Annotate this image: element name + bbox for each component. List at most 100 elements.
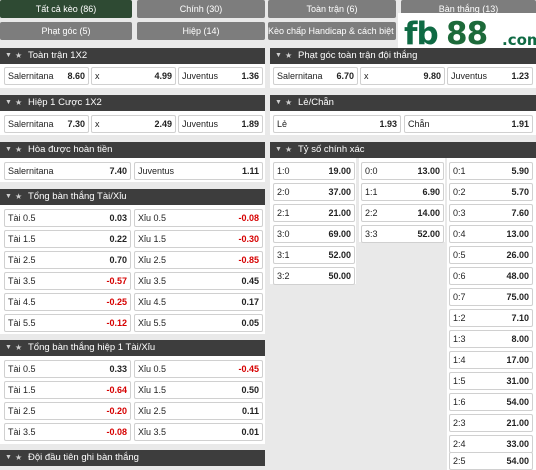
star-icon[interactable]: ★ <box>285 48 292 64</box>
chevron-down-icon[interactable]: ▼ <box>5 450 12 466</box>
score-draw[interactable]: 0:0 13.00 <box>361 162 444 180</box>
tab-all[interactable]: Tất cả kèo (86) <box>0 0 132 18</box>
score-away-win[interactable]: 2:3 21.00 <box>449 414 533 432</box>
odds-home[interactable]: Salernitana 6.70 <box>273 67 358 85</box>
score-away-win[interactable]: 0:2 5.70 <box>449 183 533 201</box>
odds-home[interactable]: Salernitana 8.60 <box>4 67 89 85</box>
star-icon[interactable]: ★ <box>15 189 22 205</box>
odds-value: 0.45 <box>241 276 259 286</box>
score-away-win[interactable]: 1:5 31.00 <box>449 372 533 390</box>
odds-value: 21.00 <box>506 418 529 428</box>
odds-away[interactable]: Juventus 1.36 <box>178 67 263 85</box>
odds-over[interactable]: Tài 2.5 0.70 <box>4 251 131 269</box>
tab-main[interactable]: Chính (30) <box>137 0 265 18</box>
odds-draw[interactable]: x 9.80 <box>360 67 445 85</box>
score-home-win[interactable]: 1:0 19.00 <box>273 162 355 180</box>
section-header-half1-total[interactable]: ▼ ★ Tổng bàn thắng hiệp 1 Tài/Xỉu <box>0 340 265 356</box>
odds-under[interactable]: Xỉu 2.5 0.11 <box>134 402 263 420</box>
line-label: Tài 3.5 <box>8 427 36 437</box>
odds-over[interactable]: Tài 3.5 -0.57 <box>4 272 131 290</box>
score-away-win[interactable]: 1:4 17.00 <box>449 351 533 369</box>
section-header-correct-score[interactable]: ▼ ★ Tỷ số chính xác <box>270 142 536 158</box>
odds-over[interactable]: Tài 4.5 -0.25 <box>4 293 131 311</box>
star-icon[interactable]: ★ <box>285 142 292 158</box>
odds-over[interactable]: Tài 1.5 -0.64 <box>4 381 131 399</box>
odds-under[interactable]: Xỉu 5.5 0.05 <box>134 314 263 332</box>
chevron-down-icon[interactable]: ▼ <box>5 189 12 205</box>
score-draw[interactable]: 2:2 14.00 <box>361 204 444 222</box>
odds-under[interactable]: Xỉu 1.5 -0.30 <box>134 230 263 248</box>
odds-odd[interactable]: Lẻ 1.93 <box>273 115 401 133</box>
odds-even[interactable]: Chẵn 1.91 <box>404 115 533 133</box>
odds-away[interactable]: Juventus 1.23 <box>447 67 533 85</box>
odds-draw[interactable]: x 4.99 <box>91 67 176 85</box>
score-away-win[interactable]: 0:1 5.90 <box>449 162 533 180</box>
score-away-win[interactable]: 0:4 13.00 <box>449 225 533 243</box>
score-away-win[interactable]: 0:3 7.60 <box>449 204 533 222</box>
odds-over[interactable]: Tài 0.5 0.03 <box>4 209 131 227</box>
score-away-win[interactable]: 1:2 7.10 <box>449 309 533 327</box>
odds-home[interactable]: Salernitana 7.30 <box>4 115 89 133</box>
odds-under[interactable]: Xỉu 0.5 -0.45 <box>134 360 263 378</box>
odds-value: 52.00 <box>328 250 351 260</box>
score-home-win[interactable]: 3:0 69.00 <box>273 225 355 243</box>
chevron-down-icon[interactable]: ▼ <box>5 142 12 158</box>
odds-under[interactable]: Xỉu 3.5 0.45 <box>134 272 263 290</box>
score-label: 1:6 <box>453 397 466 407</box>
section-header-draw-no-bet[interactable]: ▼ ★ Hòa được hoàn tiền <box>0 142 265 158</box>
star-icon[interactable]: ★ <box>15 48 22 64</box>
score-away-win[interactable]: 2:5 54.00 <box>449 452 533 470</box>
section-header-full-1x2[interactable]: ▼ ★ Toàn trận 1X2 <box>0 48 265 64</box>
odds-value: 7.40 <box>109 166 127 176</box>
odds-over[interactable]: Tài 0.5 0.33 <box>4 360 131 378</box>
score-label: 2:3 <box>453 418 466 428</box>
line-label: Xỉu 2.5 <box>138 406 167 416</box>
chevron-down-icon[interactable]: ▼ <box>275 95 282 111</box>
section-header-first-scorer[interactable]: ▼ ★ Đội đầu tiên ghi bàn thắng <box>0 450 265 466</box>
section-header-odd-even[interactable]: ▼ ★ Lẻ/Chẵn <box>270 95 536 111</box>
score-away-win[interactable]: 0:7 75.00 <box>449 288 533 306</box>
odds-away[interactable]: Juventus 1.89 <box>178 115 263 133</box>
team-label: Salernitana <box>277 71 323 81</box>
star-icon[interactable]: ★ <box>15 142 22 158</box>
score-away-win[interactable]: 1:6 54.00 <box>449 393 533 411</box>
odds-over[interactable]: Tài 3.5 -0.08 <box>4 423 131 441</box>
score-home-win[interactable]: 3:1 52.00 <box>273 246 355 264</box>
odds-under[interactable]: Xỉu 3.5 0.01 <box>134 423 263 441</box>
odds-over[interactable]: Tài 5.5 -0.12 <box>4 314 131 332</box>
tab-halves[interactable]: Hiệp (14) <box>137 22 265 40</box>
odds-under[interactable]: Xỉu 0.5 -0.08 <box>134 209 263 227</box>
score-draw[interactable]: 3:3 52.00 <box>361 225 444 243</box>
odds-over[interactable]: Tài 1.5 0.22 <box>4 230 131 248</box>
score-away-win[interactable]: 0:5 26.00 <box>449 246 533 264</box>
section-header-total-goals[interactable]: ▼ ★ Tổng bàn thắng Tài/Xỉu <box>0 189 265 205</box>
score-draw[interactable]: 1:1 6.90 <box>361 183 444 201</box>
odds-over[interactable]: Tài 2.5 -0.20 <box>4 402 131 420</box>
score-home-win[interactable]: 2:1 21.00 <box>273 204 355 222</box>
score-home-win[interactable]: 2:0 37.00 <box>273 183 355 201</box>
score-away-win[interactable]: 1:3 8.00 <box>449 330 533 348</box>
star-icon[interactable]: ★ <box>15 340 22 356</box>
odds-under[interactable]: Xỉu 4.5 0.17 <box>134 293 263 311</box>
odds-draw[interactable]: x 2.49 <box>91 115 176 133</box>
star-icon[interactable]: ★ <box>285 95 292 111</box>
chevron-down-icon[interactable]: ▼ <box>5 95 12 111</box>
chevron-down-icon[interactable]: ▼ <box>275 48 282 64</box>
odds-away[interactable]: Juventus 1.11 <box>134 162 263 180</box>
star-icon[interactable]: ★ <box>15 450 22 466</box>
score-home-win[interactable]: 3:2 50.00 <box>273 267 355 285</box>
chevron-down-icon[interactable]: ▼ <box>275 142 282 158</box>
score-away-win[interactable]: 2:4 33.00 <box>449 435 533 453</box>
odds-under[interactable]: Xỉu 2.5 -0.85 <box>134 251 263 269</box>
section-header-corner-1x2[interactable]: ▼ ★ Phạt góc toàn trận đội thắng <box>270 48 536 64</box>
star-icon[interactable]: ★ <box>15 95 22 111</box>
score-away-win[interactable]: 0:6 48.00 <box>449 267 533 285</box>
tab-fulltime[interactable]: Toàn trận (6) <box>268 0 396 18</box>
tab-handicap[interactable]: Kèo chấp Handicap & cách biệt (5) <box>268 22 396 40</box>
odds-under[interactable]: Xỉu 1.5 0.50 <box>134 381 263 399</box>
chevron-down-icon[interactable]: ▼ <box>5 340 12 356</box>
odds-home[interactable]: Salernitana 7.40 <box>4 162 131 180</box>
section-header-half1-1x2[interactable]: ▼ ★ Hiệp 1 Cược 1X2 <box>0 95 265 111</box>
tab-corners[interactable]: Phạt góc (5) <box>0 22 132 40</box>
chevron-down-icon[interactable]: ▼ <box>5 48 12 64</box>
